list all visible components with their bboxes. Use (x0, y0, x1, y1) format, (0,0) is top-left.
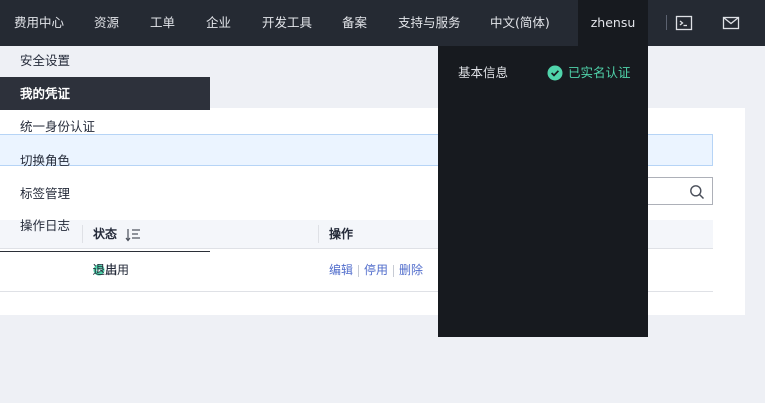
nav-language-switch[interactable]: 中文(简体) (490, 0, 550, 46)
search-input[interactable] (640, 177, 713, 205)
account-dropdown-menu: 基本信息 已实名认证 (438, 46, 648, 337)
search-icon[interactable] (689, 184, 705, 203)
nav-resources[interactable]: 资源 (94, 0, 119, 46)
action-separator (393, 265, 394, 277)
verified-badge: 已实名认证 (547, 65, 631, 81)
mail-icon[interactable] (721, 13, 741, 33)
menu-item-switch-role[interactable]: 切换角色 (0, 144, 210, 177)
menu-item-label: 切换角色 (20, 153, 71, 168)
menu-item-security-settings[interactable]: 安全设置 (0, 44, 210, 77)
nav-developer-tools[interactable]: 开发工具 (262, 0, 312, 46)
menu-item-tag-management[interactable]: 标签管理 (0, 177, 210, 210)
top-navigation-bar: 费用中心 资源 工单 企业 开发工具 备案 支持与服务 中文(简体) zhens… (0, 0, 765, 46)
menu-item-label: 操作日志 (20, 218, 71, 233)
nav-billing-center[interactable]: 费用中心 (14, 0, 64, 46)
menu-item-label: 基本信息 (458, 65, 509, 80)
nav-filing[interactable]: 备案 (342, 0, 367, 46)
nav-enterprise[interactable]: 企业 (206, 0, 231, 46)
menu-item-label: 安全设置 (20, 53, 71, 68)
user-account-menu[interactable]: zhensu (578, 0, 648, 46)
check-circle-icon (547, 65, 563, 85)
menu-item-label: 标签管理 (20, 186, 71, 201)
menu-item-operation-log[interactable]: 操作日志 (0, 209, 210, 242)
menu-item-identity-management[interactable]: 统一身份认证 (0, 110, 210, 143)
menu-item-label: 统一身份认证 (20, 119, 96, 134)
nav-support-services[interactable]: 支持与服务 (398, 0, 461, 46)
menu-item-my-credentials[interactable]: 我的凭证 (0, 77, 210, 110)
logout-button[interactable]: 退出 (0, 252, 210, 288)
action-separator (358, 265, 359, 277)
delete-link[interactable]: 删除 (399, 249, 423, 292)
menu-item-label: 我的凭证 (20, 86, 71, 101)
column-header-actions: 操作 (329, 227, 354, 241)
edit-link[interactable]: 编辑 (329, 249, 353, 292)
verified-label: 已实名认证 (568, 65, 631, 80)
nav-work-orders[interactable]: 工单 (150, 0, 175, 46)
column-divider (318, 225, 319, 243)
terminal-icon[interactable] (674, 13, 694, 33)
disable-link[interactable]: 停用 (364, 249, 388, 292)
nav-divider (666, 15, 667, 30)
